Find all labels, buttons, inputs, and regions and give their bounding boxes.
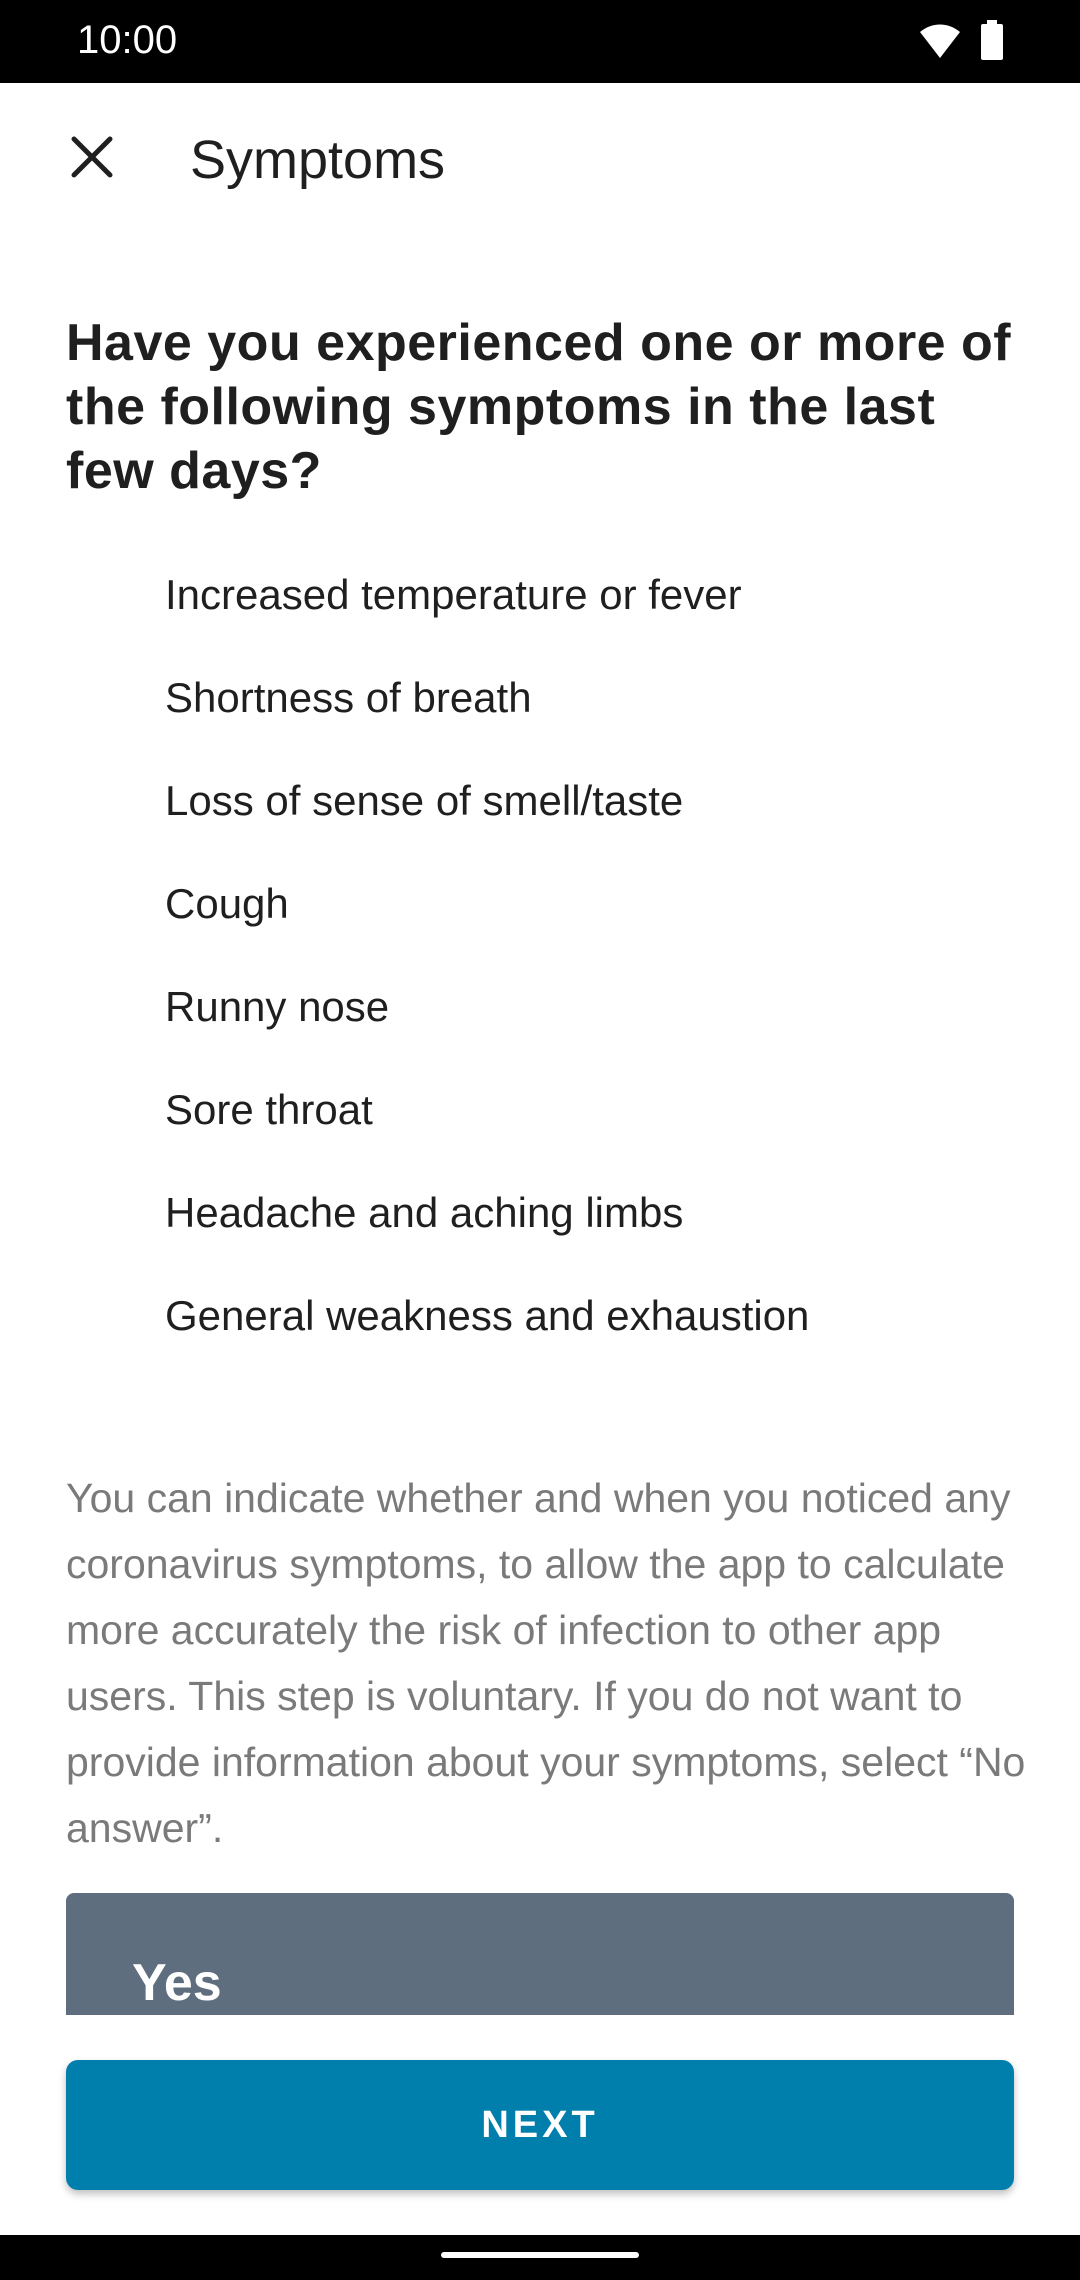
symptoms-content[interactable]: Have you experienced one or more of the … xyxy=(0,243,1080,2015)
next-button[interactable]: NEXT xyxy=(66,2060,1014,2190)
question-heading: Have you experienced one or more of the … xyxy=(66,314,1012,500)
symptom-item: Headache and aching limbs xyxy=(165,1189,684,1236)
symptom-list: Increased temperature or fever Shortness… xyxy=(165,565,809,1389)
bottom-action-area: NEXT xyxy=(0,2015,1080,2235)
symptom-item: Shortness of breath xyxy=(165,674,532,721)
wifi-icon xyxy=(918,20,962,65)
info-text: You can indicate whether and when you no… xyxy=(66,1475,1026,1851)
symptom-item: General weakness and exhaustion xyxy=(165,1292,810,1339)
symptom-item: Increased temperature or fever xyxy=(165,571,742,618)
symptom-item: Runny nose xyxy=(165,983,390,1030)
page-title: Symptoms xyxy=(190,130,446,190)
symptom-item: Loss of sense of smell/taste xyxy=(165,777,684,824)
close-icon xyxy=(70,135,114,184)
symptom-item: Sore throat xyxy=(165,1086,373,1133)
yes-option-label: Yes xyxy=(132,1954,222,2012)
yes-option[interactable]: Yes xyxy=(66,1893,1014,2015)
status-bar: 10:00 xyxy=(0,0,1080,83)
battery-icon xyxy=(980,20,1004,65)
status-time: 10:00 xyxy=(77,18,178,62)
symptom-item: Cough xyxy=(165,880,289,927)
home-indicator[interactable] xyxy=(441,2252,639,2258)
navigation-bar xyxy=(0,2235,1080,2280)
close-button[interactable] xyxy=(56,123,128,195)
status-icons xyxy=(918,20,1004,65)
app-bar: Symptoms xyxy=(0,83,1080,243)
